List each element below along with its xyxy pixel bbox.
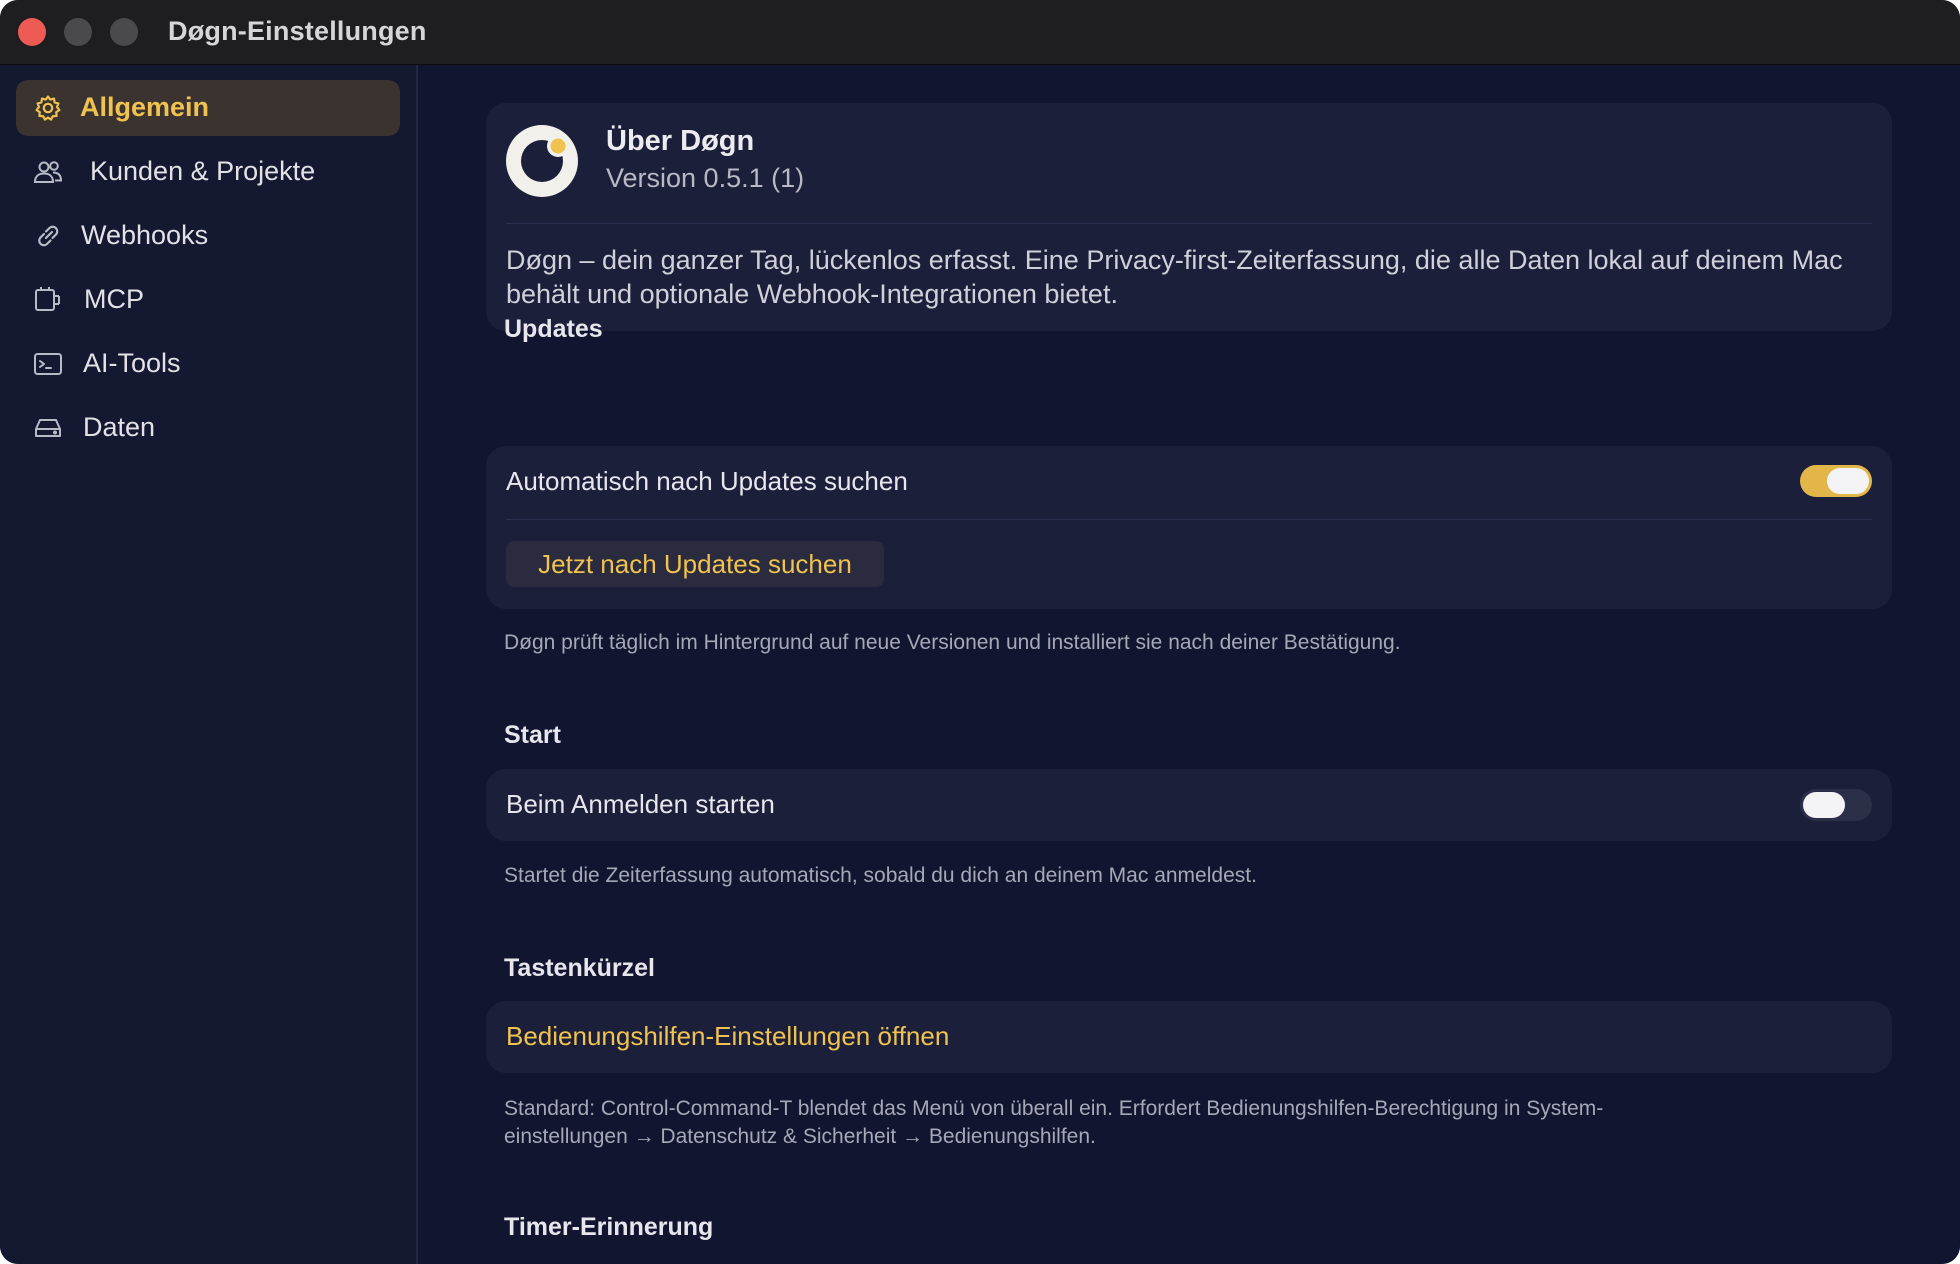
- people-icon: [33, 158, 63, 186]
- shortcuts-hint-line: einstellungen → Datenschutz & Sicherheit…: [504, 1125, 1096, 1148]
- start-hint: Startet die Zeiterfassung automatisch, s…: [504, 864, 1257, 887]
- about-title: Über Døgn: [606, 125, 755, 157]
- gear-icon: [33, 94, 63, 122]
- auto-update-label: Automatisch nach Updates suchen: [506, 466, 908, 496]
- about-card: Über Døgn Version 0.5.1 (1) Døgn – dein …: [486, 103, 1892, 331]
- shortcuts-hint: Standard: Control-Command-T blendet das …: [504, 1095, 1904, 1151]
- window-title: Døgn-Einstellungen: [168, 16, 427, 46]
- sidebar-item-label: MCP: [84, 284, 144, 314]
- about-description: Døgn – dein ganzer Tag, lückenlos erfass…: [506, 245, 1843, 309]
- divider: [506, 519, 1872, 520]
- sidebar: Allgemein Kunden & Projekte Webhooks MCP…: [0, 65, 418, 1264]
- section-title-shortcuts: Tastenkürzel: [504, 954, 655, 982]
- sidebar-item-label: Daten: [83, 412, 156, 442]
- zoom-window-button[interactable]: [110, 18, 138, 46]
- drive-icon: [33, 414, 63, 442]
- close-window-button[interactable]: [18, 18, 46, 46]
- settings-window: Døgn-Einstellungen Allgemein Kunden & Pr…: [0, 0, 1960, 1264]
- section-title-start: Start: [504, 721, 561, 749]
- sidebar-item-label: Webhooks: [81, 220, 209, 250]
- sidebar-item-ai-tools[interactable]: AI-Tools: [16, 336, 400, 392]
- sidebar-item-label: AI-Tools: [83, 348, 181, 378]
- start-card: Beim Anmelden starten: [486, 769, 1892, 841]
- shortcuts-card: Bedienungshilfen-Einstellungen öffnen: [486, 1001, 1892, 1073]
- toggle-knob: [1803, 792, 1845, 818]
- section-title-updates: Updates: [504, 315, 603, 343]
- login-start-label: Beim Anmelden starten: [506, 789, 775, 819]
- sidebar-item-kunden-projekte[interactable]: Kunden & Projekte: [16, 144, 400, 200]
- sidebar-item-daten[interactable]: Daten: [16, 400, 400, 456]
- terminal-icon: [33, 350, 63, 378]
- shortcuts-hint-line: Standard: Control-Command-T blendet das …: [504, 1097, 1604, 1120]
- minimize-window-button[interactable]: [64, 18, 92, 46]
- check-updates-button[interactable]: Jetzt nach Updates suchen: [506, 541, 884, 587]
- sidebar-item-allgemein[interactable]: Allgemein: [16, 80, 400, 136]
- toggle-knob: [1827, 468, 1869, 494]
- divider: [506, 223, 1872, 224]
- title-bar: Døgn-Einstellungen: [0, 0, 1960, 65]
- login-start-toggle[interactable]: [1800, 789, 1872, 821]
- app-logo-icon: [506, 125, 578, 197]
- settings-content: Über Døgn Version 0.5.1 (1) Døgn – dein …: [418, 65, 1960, 1264]
- sidebar-item-mcp[interactable]: MCP: [16, 272, 400, 328]
- sidebar-item-label: Kunden & Projekte: [90, 156, 316, 186]
- updates-hint: Døgn prüft täglich im Hintergrund auf ne…: [504, 631, 1401, 654]
- section-title-timer: Timer-Erinnerung: [504, 1213, 714, 1241]
- auto-update-toggle[interactable]: [1800, 465, 1872, 497]
- sidebar-item-label: Allgemein: [80, 92, 210, 122]
- plug-icon: [33, 286, 63, 314]
- accessibility-settings-link[interactable]: Bedienungshilfen-Einstellungen öffnen: [506, 1021, 949, 1052]
- updates-card: Automatisch nach Updates suchen Jetzt na…: [486, 446, 1892, 609]
- link-icon: [33, 222, 63, 250]
- sidebar-item-webhooks[interactable]: Webhooks: [16, 208, 400, 264]
- app-version: Version 0.5.1 (1): [606, 163, 805, 193]
